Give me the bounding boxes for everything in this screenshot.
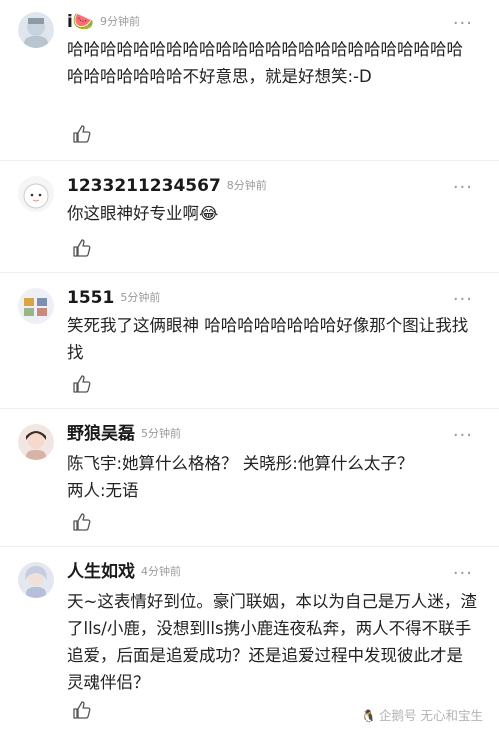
timestamp: 4分钟前 bbox=[141, 565, 181, 578]
penguin-logo-icon: 🐧 bbox=[361, 709, 376, 723]
username-text[interactable]: 人生如戏 bbox=[67, 562, 135, 582]
thumbs-up-icon[interactable] bbox=[72, 124, 92, 144]
avatar[interactable] bbox=[18, 562, 54, 598]
divider bbox=[0, 160, 499, 161]
watermark-logo-text: 企鹅号 bbox=[378, 708, 417, 723]
thumbs-up-icon[interactable] bbox=[72, 238, 92, 258]
username[interactable]: 1551 5分钟前 bbox=[67, 288, 160, 308]
timestamp: 8分钟前 bbox=[226, 179, 267, 192]
comment-text: 笑死我了这俩眼神 哈哈哈哈哈哈哈哈好像那个图让我找找 bbox=[67, 316, 469, 362]
more-dots-icon[interactable]: ··· bbox=[453, 565, 473, 583]
username[interactable]: i🍉 9分钟前 bbox=[67, 12, 140, 32]
username-text[interactable]: 1551 bbox=[67, 288, 114, 308]
divider bbox=[0, 408, 499, 409]
timestamp: 9分钟前 bbox=[100, 15, 140, 28]
username[interactable]: 人生如戏 4分钟前 bbox=[67, 562, 181, 582]
divider bbox=[0, 546, 499, 547]
username-text[interactable]: 1233211234567 bbox=[67, 176, 221, 196]
username-text[interactable]: i🍉 bbox=[67, 12, 94, 32]
avatar[interactable] bbox=[18, 176, 54, 212]
thumbs-up-icon[interactable] bbox=[72, 700, 92, 720]
comment-text-line-2: 两人:无语 bbox=[67, 481, 139, 500]
comment-text: 天~这表情好到位。豪门联姻，本以为自己是万人迷，渣了lls/小鹿，没想到lls携… bbox=[67, 592, 477, 692]
more-dots-icon[interactable]: ··· bbox=[453, 427, 473, 445]
username[interactable]: 1233211234567 8分钟前 bbox=[67, 176, 267, 196]
thumbs-up-icon[interactable] bbox=[72, 374, 92, 394]
timestamp: 5分钟前 bbox=[120, 291, 161, 304]
more-dots-icon[interactable]: ··· bbox=[453, 291, 473, 309]
thumbs-up-icon[interactable] bbox=[72, 512, 92, 532]
username[interactable]: 野狼吴磊 5分钟前 bbox=[67, 424, 181, 444]
comment-text: 你这眼神好专业啊😂 bbox=[67, 204, 219, 223]
watermark-account: 无心和宝生 bbox=[420, 708, 483, 723]
username-text[interactable]: 野狼吴磊 bbox=[67, 424, 135, 444]
avatar[interactable] bbox=[18, 12, 54, 48]
avatar[interactable] bbox=[18, 424, 54, 460]
comment-text-line-1: 陈飞宇:她算什么格格？ 关晓彤:他算什么太子？ bbox=[67, 454, 414, 473]
timestamp: 5分钟前 bbox=[141, 427, 181, 440]
more-dots-icon[interactable]: ··· bbox=[453, 15, 473, 33]
divider bbox=[0, 272, 499, 273]
comment-text: 哈哈哈哈哈哈哈哈哈哈哈哈哈哈哈哈哈哈哈哈哈哈哈哈哈哈哈哈哈哈哈不好意思，就是好想… bbox=[67, 40, 463, 86]
avatar[interactable] bbox=[18, 288, 54, 324]
more-dots-icon[interactable]: ··· bbox=[453, 179, 473, 197]
watermark: 🐧 企鹅号 无心和宝生 bbox=[361, 705, 483, 724]
